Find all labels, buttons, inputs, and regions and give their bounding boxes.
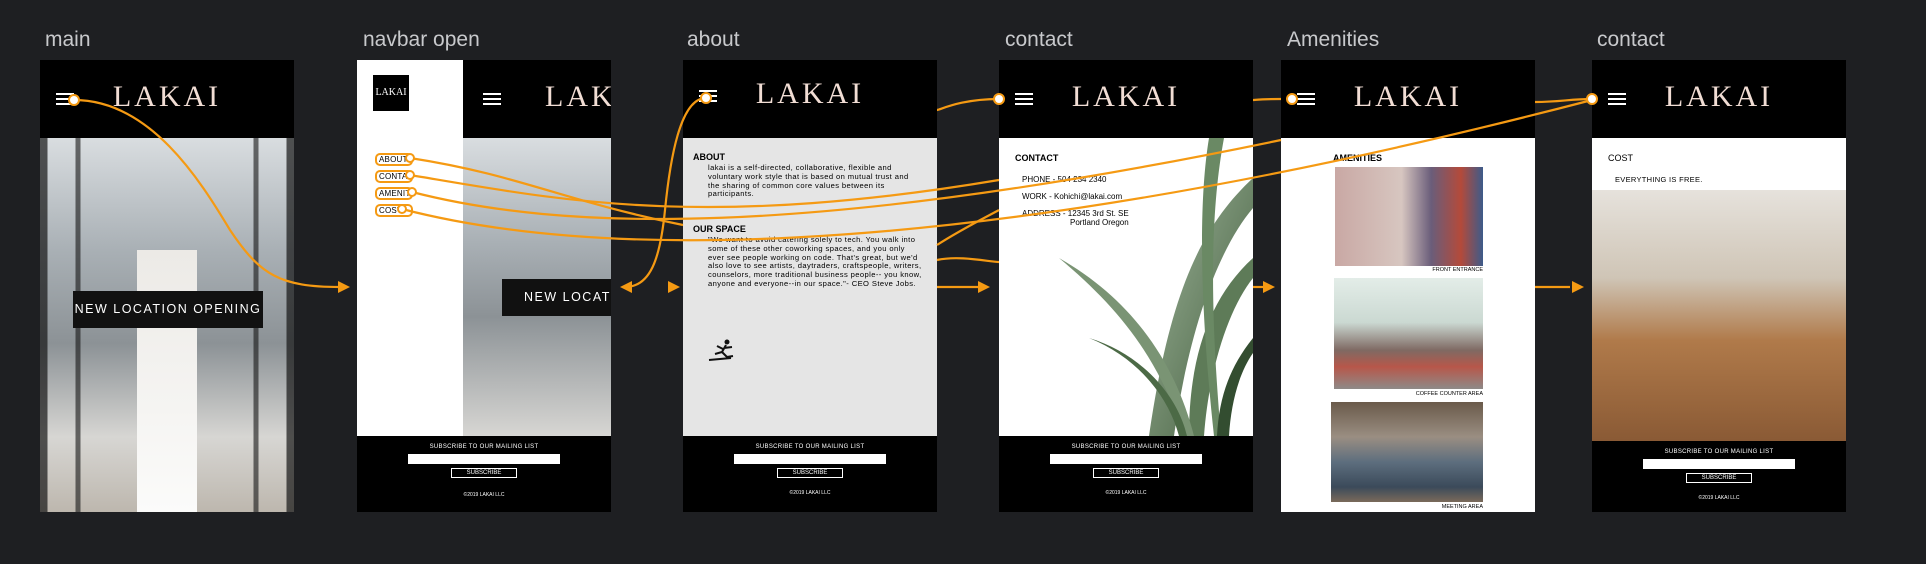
new-location-banner[interactable]: NEW LOCAT [502,279,611,316]
amenities-title: AMENITIES [1333,153,1383,163]
header: LAKAI [40,60,294,138]
header: LAKAI [1592,60,1846,138]
subscribe-button[interactable]: SUBSCRIBE [1093,468,1159,478]
subscribe-email-input[interactable] [408,454,560,464]
new-location-banner[interactable]: NEW LOCATION OPENING [73,291,263,328]
subscribe-label: SUBSCRIBE TO OUR MAILING LIST [429,444,539,450]
menu-icon[interactable] [483,93,501,105]
drawer-logo: LAKAI [373,75,409,111]
copyright: ©2019 LAKAI LLC [789,490,831,496]
footer: SUBSCRIBE TO OUR MAILING LIST SUBSCRIBE … [357,436,611,512]
frame-title-main: main [45,28,91,51]
artboard-about: LAKAI ABOUT lakai is a self-directed, co… [683,60,937,512]
logo: LAKAI [1353,80,1463,113]
frame-title-cost: contact [1597,28,1665,51]
address-text: ADDRESS - 12345 3rd St. SE [1022,209,1129,218]
work-email-text[interactable]: WORK - Kohichi@lakai.com [1022,192,1122,201]
header: LAKAI [683,60,937,138]
subscribe-label: SUBSCRIBE TO OUR MAILING LIST [1071,444,1181,450]
subscribe-button[interactable]: SUBSCRIBE [1686,473,1752,483]
arrow-back-to-navbar [620,281,632,293]
flow-contact-menu [936,97,1000,112]
subscribe-label: SUBSCRIBE TO OUR MAILING LIST [755,444,865,450]
artboard-amenities: LAKAI AMENITIES FRONT ENTRANCE COFFEE CO… [1281,60,1535,512]
copyright: ©2019 LAKAI LLC [1105,490,1147,496]
meeting-area-caption: MEETING AREA [1441,504,1483,510]
cost-text: EVERYTHING IS FREE. [1615,175,1703,184]
meeting-area-photo [1331,402,1483,502]
cost-photo [1592,190,1846,441]
subscribe-button[interactable]: SUBSCRIBE [777,468,843,478]
arrow-to-amenities [1263,281,1275,293]
about-text: lakai is a self-directed, collaborative,… [708,163,909,199]
arrow-to-navbar [338,281,350,293]
logo: LAKAI [112,80,222,113]
contact-title: CONTACT [1015,153,1059,163]
arrow-to-about [668,281,680,293]
copyright: ©2019 LAKAI LLC [1698,495,1740,501]
arrow-to-contact [978,281,990,293]
nav-item-cost[interactable]: COST [375,204,413,217]
skater-icon [708,339,734,361]
nav-item-contact[interactable]: CONTACT [375,170,413,183]
header: LAKAI [999,60,1253,138]
artboard-cost: LAKAI COST EVERYTHING IS FREE. SUBSCRIBE… [1592,60,1846,512]
arrow-to-cost [1572,281,1584,293]
footer: SUBSCRIBE TO OUR MAILING LIST SUBSCRIBE … [1592,441,1846,512]
nav-item-amenities[interactable]: AMENITIES [375,187,413,200]
flow-contact-extra-1 [936,209,1000,246]
logo: LAKAI [1664,80,1774,113]
our-space-title: OUR SPACE [693,224,746,234]
our-space-text: "We want to avoid catering solely to tec… [708,235,922,288]
subscribe-email-input[interactable] [1050,454,1202,464]
address-city-text: Portland Oregon [1070,218,1129,227]
artboard-main: LAKAI NEW LOCATION OPENING [40,60,294,512]
cost-title: COST [1608,153,1634,163]
front-entrance-caption: FRONT ENTRANCE [1432,267,1483,273]
artboard-contact: LAKAI CONTACT PHONE - 504 234 2340 WORK … [999,60,1253,512]
subscribe-button[interactable]: SUBSCRIBE [451,468,517,478]
frame-title-contact: contact [1005,28,1073,51]
coffee-counter-caption: COFFEE COUNTER AREA [1415,391,1483,397]
nav-item-about[interactable]: ABOUT [375,153,413,166]
about-title: ABOUT [693,152,725,162]
about-section: ABOUT lakai is a self-directed, collabor… [683,138,937,436]
contact-section: CONTACT PHONE - 504 234 2340 WORK - Kohi… [999,138,1253,436]
subscribe-email-input[interactable] [1643,459,1795,469]
logo: LAK [545,80,611,113]
header: LAKAI [1281,60,1535,138]
copyright: ©2019 LAKAI LLC [463,492,505,498]
front-entrance-photo [1335,167,1483,266]
frame-title-navbar-open: navbar open [363,28,480,51]
subscribe-label: SUBSCRIBE TO OUR MAILING LIST [1664,449,1774,455]
artboard-navbar-open: LAK NEW LOCAT LAKAI ABOUT CONTACT AMENIT… [357,60,611,512]
frame-title-amenities: Amenities [1287,28,1380,51]
flow-contact-extra-2 [936,257,1000,264]
footer: SUBSCRIBE TO OUR MAILING LIST SUBSCRIBE … [999,436,1253,512]
frame-title-about: about [687,28,740,51]
coffee-counter-photo [1334,278,1483,389]
nav-drawer: LAKAI ABOUT CONTACT AMENITIES COST [357,60,463,436]
phone-text: PHONE - 504 234 2340 [1022,175,1107,184]
logo: LAKAI [1071,80,1181,113]
flow-amenities-menu [1252,97,1282,102]
flow-cost-menu [1534,97,1593,104]
logo: LAKAI [755,77,865,110]
footer: SUBSCRIBE TO OUR MAILING LIST SUBSCRIBE … [683,436,937,512]
subscribe-email-input[interactable] [734,454,886,464]
